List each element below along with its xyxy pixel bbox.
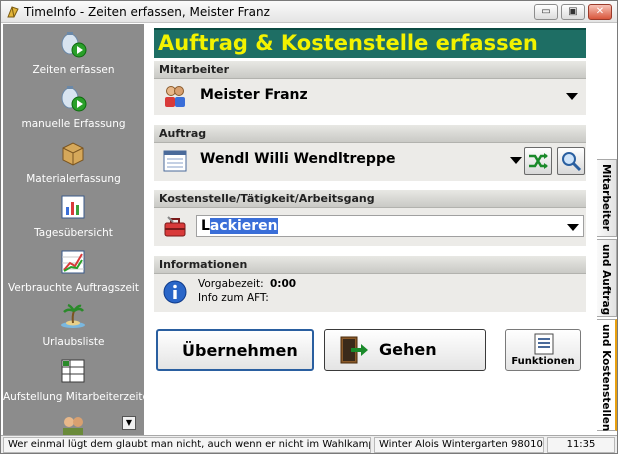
box-icon bbox=[62, 142, 84, 166]
tab-und-auftrag[interactable]: und Auftrag bbox=[597, 239, 617, 317]
kostenstelle-value: Lackieren bbox=[201, 218, 278, 234]
sidebar: Zeiten erfassen manuelle Erfassung Mater… bbox=[3, 24, 144, 436]
chevron-down-icon: ▼ bbox=[125, 418, 133, 427]
auftrag-value: Wendl Willi Wendltreppe bbox=[200, 151, 396, 167]
kostenstelle-value-selected: ackieren bbox=[209, 218, 278, 234]
info-aft-label: Info zum AFT: bbox=[198, 292, 269, 304]
tab-mitarbeiter[interactable]: Mitarbeiter bbox=[597, 159, 617, 237]
bar-chart-icon bbox=[61, 195, 85, 219]
tab-label: Mitarbeiter bbox=[600, 164, 612, 231]
sidebar-item-label: Zeiten erfassen bbox=[32, 64, 115, 76]
kostenstelle-value-first: L bbox=[201, 218, 210, 234]
status-message: Wer einmal lügt dem glaubt man nicht, au… bbox=[3, 437, 371, 453]
close-button[interactable]: ✕ bbox=[588, 4, 612, 20]
section-body-informationen: Vorgabezeit: 0:00 Info zum AFT: bbox=[154, 274, 586, 312]
sidebar-item-label: Materialerfassung bbox=[26, 173, 121, 185]
sidebar-item-tagesuebersicht[interactable]: Tagesübersicht bbox=[3, 191, 144, 243]
sidebar-item-label: Tagesübersicht bbox=[34, 227, 113, 239]
section-title: Informationen bbox=[159, 258, 248, 271]
sidebar-item-manuelle-erfassung[interactable]: manuelle Erfassung bbox=[3, 82, 144, 134]
sidebar-item-zeiten-erfassen[interactable]: Zeiten erfassen bbox=[3, 28, 144, 80]
shuffle-button[interactable] bbox=[524, 147, 552, 175]
tab-und-kostenstellen[interactable]: und Kostenstellen bbox=[597, 319, 617, 431]
dropdown-arrow-icon bbox=[566, 93, 578, 100]
section-body-auftrag: Wendl Willi Wendltreppe bbox=[154, 143, 586, 181]
toolbox-icon bbox=[164, 216, 186, 237]
sidebar-item-label: manuelle Erfassung bbox=[21, 118, 126, 130]
sidebar-item-urlaubsliste[interactable]: Urlaubsliste bbox=[3, 300, 144, 352]
minimize-icon: ▭ bbox=[541, 6, 551, 17]
sidebar-item-materialerfassung[interactable]: Materialerfassung bbox=[3, 137, 144, 189]
sidebar-item-label: Verbrauchte Auftragszeit bbox=[8, 282, 139, 294]
sidebar-item-label: Aufstellung Mitarbeiterzeiten bbox=[3, 391, 144, 403]
search-button[interactable] bbox=[557, 147, 585, 175]
section-header-kostenstelle: Kostenstelle/Tätigkeit/Arbeitsgang bbox=[154, 190, 586, 208]
spreadsheet-icon bbox=[61, 359, 85, 383]
sidebar-item-aufstellung-mitarbeiterzeiten[interactable]: Aufstellung Mitarbeiterzeiten bbox=[3, 355, 144, 407]
section-body-kostenstelle: Lackieren bbox=[154, 208, 586, 246]
tab-label: und Auftrag bbox=[600, 244, 612, 316]
sidebar-scroll-down-button[interactable]: ▼ bbox=[122, 416, 136, 430]
line-chart-icon bbox=[61, 250, 85, 274]
app-logo-icon bbox=[7, 6, 19, 18]
window-title: TimeInfo - Zeiten erfassen, Meister Fran… bbox=[24, 5, 270, 19]
section-title: Mitarbeiter bbox=[159, 63, 230, 76]
stopwatch-play-icon bbox=[61, 86, 87, 112]
vorgabezeit-label: Vorgabezeit: bbox=[198, 278, 264, 290]
funktionen-button[interactable]: Funktionen bbox=[505, 329, 581, 371]
mitarbeiter-value: Meister Franz bbox=[200, 87, 308, 103]
section-header-informationen: Informationen bbox=[154, 256, 586, 274]
shuffle-icon bbox=[529, 153, 548, 169]
uebernehmen-button[interactable]: Übernehmen bbox=[156, 329, 314, 371]
section-title: Auftrag bbox=[159, 127, 207, 140]
uebernehmen-label: Übernehmen bbox=[182, 341, 298, 360]
tab-label: und Kostenstellen bbox=[600, 324, 612, 432]
search-icon bbox=[562, 152, 582, 172]
section-header-auftrag: Auftrag bbox=[154, 125, 586, 143]
title-bar[interactable]: TimeInfo - Zeiten erfassen, Meister Fran… bbox=[1, 1, 617, 23]
auftrag-select[interactable]: Wendl Willi Wendltreppe bbox=[196, 149, 526, 171]
status-time: 11:35 bbox=[547, 437, 615, 453]
maximize-button[interactable]: ▣ bbox=[561, 4, 585, 20]
users-icon bbox=[63, 417, 83, 436]
maximize-icon: ▣ bbox=[568, 6, 578, 17]
main-panel: Auftrag & Kostenstelle erfassen Mitarbei… bbox=[148, 24, 596, 436]
gehen-label: Gehen bbox=[379, 340, 437, 359]
page-title: Auftrag & Kostenstelle erfassen bbox=[158, 31, 538, 55]
kostenstelle-input[interactable]: Lackieren bbox=[196, 215, 584, 237]
mitarbeiter-select[interactable]: Meister Franz bbox=[196, 85, 582, 107]
gehen-button[interactable]: Gehen bbox=[324, 329, 486, 371]
sidebar-item-label: Urlaubsliste bbox=[42, 336, 105, 348]
minimize-button[interactable]: ▭ bbox=[534, 4, 558, 20]
close-icon: ✕ bbox=[595, 6, 605, 17]
status-customer: Winter Alois Wintergarten 980101 bbox=[374, 437, 544, 453]
exit-door-icon bbox=[340, 336, 368, 364]
app-window: TimeInfo - Zeiten erfassen, Meister Fran… bbox=[0, 0, 618, 454]
functions-list-icon bbox=[534, 333, 554, 355]
section-body-mitarbeiter: Meister Franz bbox=[154, 79, 586, 115]
page-header: Auftrag & Kostenstelle erfassen bbox=[154, 28, 586, 58]
dropdown-arrow-icon bbox=[510, 157, 522, 164]
palm-island-icon bbox=[61, 303, 85, 328]
funktionen-label: Funktionen bbox=[511, 356, 575, 367]
users-icon bbox=[165, 86, 185, 107]
order-list-icon bbox=[163, 150, 187, 172]
section-header-mitarbeiter: Mitarbeiter bbox=[154, 61, 586, 79]
vorgabezeit-value: 0:00 bbox=[270, 278, 297, 290]
status-bar: Wer einmal lügt dem glaubt man nicht, au… bbox=[1, 435, 617, 453]
section-title: Kostenstelle/Tätigkeit/Arbeitsgang bbox=[159, 192, 375, 205]
dropdown-arrow-icon[interactable] bbox=[567, 224, 579, 231]
sidebar-item-verbrauchte-auftragszeit[interactable]: Verbrauchte Auftragszeit bbox=[3, 246, 144, 298]
stopwatch-play-icon bbox=[61, 32, 87, 58]
info-icon bbox=[163, 280, 187, 304]
